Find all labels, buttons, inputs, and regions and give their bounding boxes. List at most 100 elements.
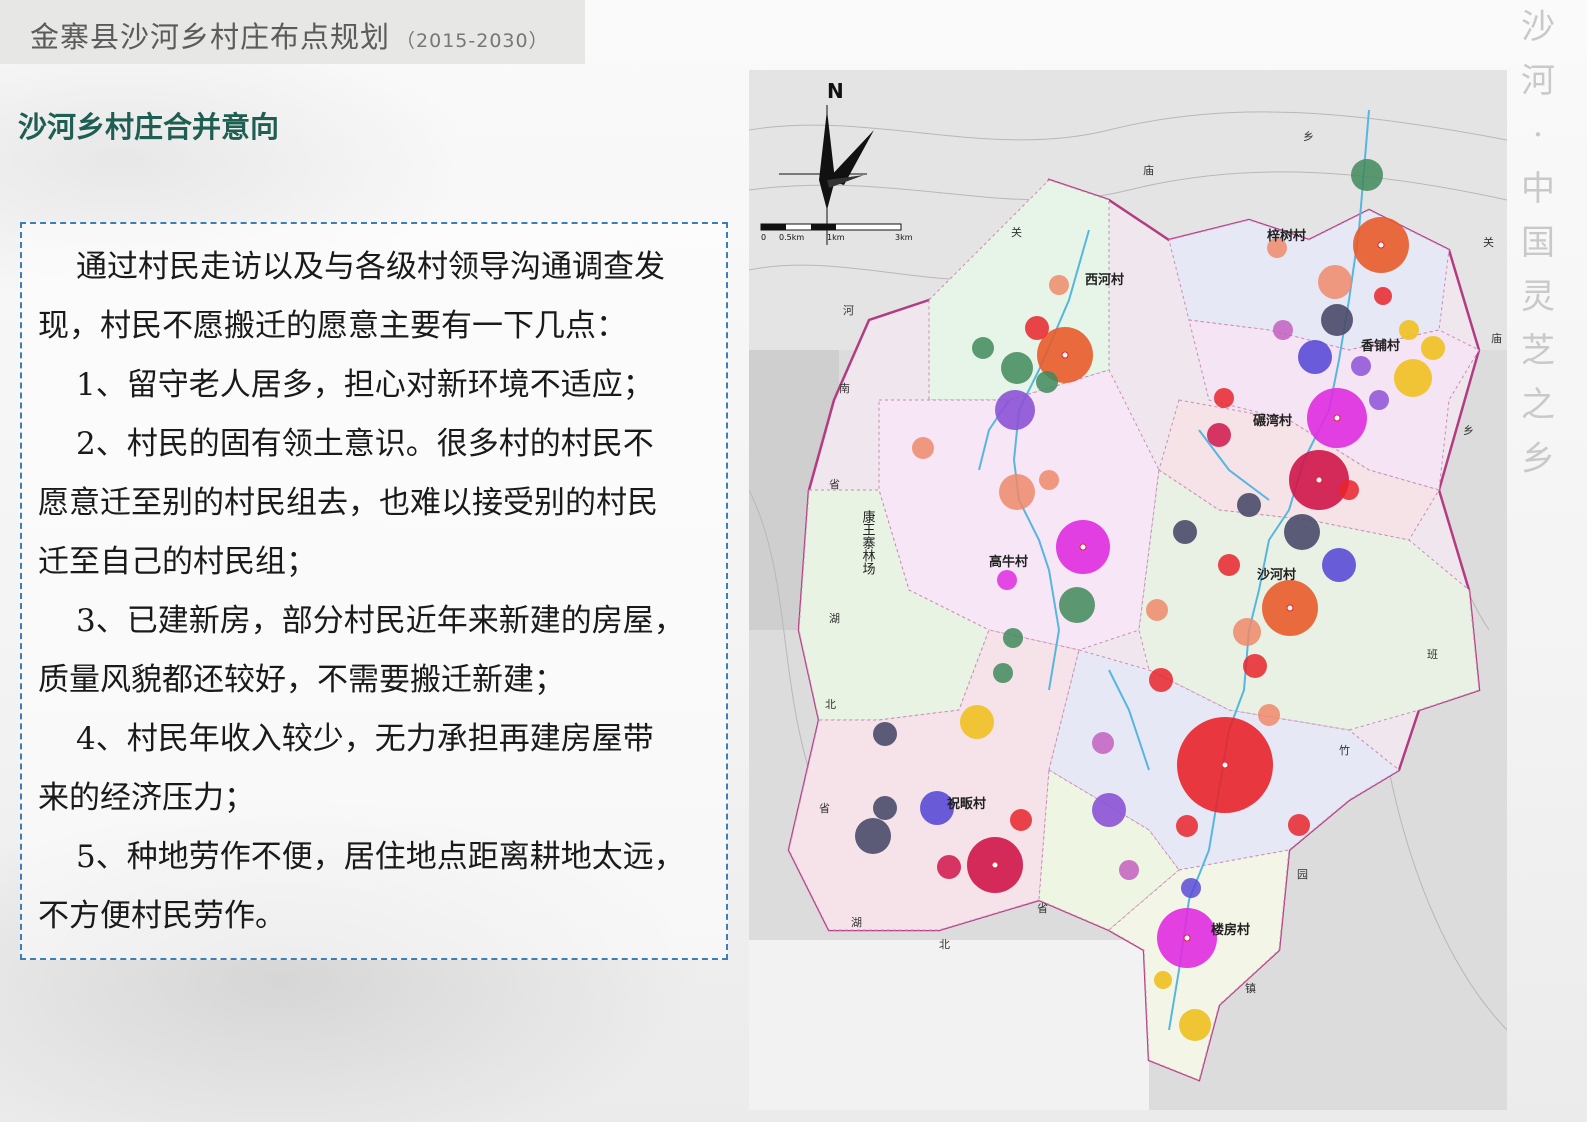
settlement-circle (1001, 352, 1033, 384)
scale-label: 1km (827, 233, 845, 242)
border-char: 庙 (1143, 163, 1154, 177)
settlement-circle (1318, 265, 1352, 299)
settlement-circle (1237, 493, 1261, 517)
settlement-circle (1025, 316, 1049, 340)
border-char: 湖 (829, 612, 840, 625)
calligraphy-char: 河 (1521, 61, 1555, 101)
settlement-circle (1243, 654, 1267, 678)
settlement-circle (1288, 814, 1310, 836)
settlement-circle (1399, 320, 1419, 340)
border-char: 省 (829, 478, 840, 491)
basemap-blank-southwest (749, 940, 1149, 1110)
settlement-circle (1351, 356, 1371, 376)
settlement-circle (1298, 340, 1332, 374)
settlement-circle (1049, 275, 1069, 295)
calligraphy-slogan: 沙 河 · 中 国 灵 芝 之 乡 (1508, 0, 1568, 520)
border-char: 省 (1037, 902, 1048, 915)
village-label-zhufan: 祝畈村 (947, 796, 986, 812)
calligraphy-char: 芝 (1521, 331, 1555, 371)
border-char: 竹 (1339, 743, 1350, 757)
border-char: 河 (843, 304, 854, 317)
page-title-text: 金寨县沙河乡村庄布点规划 (30, 20, 391, 54)
border-char: 乡 (1303, 130, 1314, 143)
forest-farm-label: 康王寨林场 (860, 509, 876, 575)
settlement-circle (1059, 587, 1095, 623)
settlement-circle (1273, 320, 1293, 340)
text-line: 通过村民走访以及与各级村领导沟通调查发 (76, 249, 665, 285)
text-line: 不方便村民劳作。 (38, 898, 286, 934)
settlement-circle (855, 818, 891, 854)
border-char: 关 (1483, 235, 1494, 249)
border-char: 庙 (1491, 331, 1502, 345)
text-line: 1、留守老人居多，担心对新环境不适应； (76, 367, 654, 403)
text-line: 现，村民不愿搬迁的愿意主要有一下几点： (38, 308, 627, 344)
scale-label: 0.5km (779, 233, 804, 242)
settlement-circle (1339, 480, 1359, 500)
settlement-circle (937, 855, 961, 879)
border-char: 镇 (1245, 981, 1256, 995)
explanation-box: 通过村民走访以及与各级村领导沟通调查发 现，村民不愿搬迁的愿意主要有一下几点： … (20, 222, 728, 960)
settlement-circle (1207, 423, 1231, 447)
page-title-year: （2015-2030） (396, 30, 549, 52)
settlement-circle (999, 474, 1035, 510)
calligraphy-char: 国 (1521, 223, 1555, 263)
calligraphy-char: · (1532, 115, 1544, 155)
text-line: 2、村民的固有领土意识。很多村的村民不 (76, 426, 654, 462)
settlement-circle (1036, 371, 1058, 393)
settlement-circle (1421, 336, 1445, 360)
text-line: 质量风貌都还较好，不需要搬迁新建； (38, 662, 565, 698)
settlement-circle (1351, 159, 1383, 191)
settlement-circle (873, 796, 897, 820)
border-char: 北 (825, 698, 836, 711)
settlement-circle (1173, 520, 1197, 544)
settlement-circle (1179, 1009, 1211, 1041)
settlement-circle (993, 663, 1013, 683)
settlement-circle (1010, 809, 1032, 831)
border-char: 湖 (851, 916, 862, 929)
village-label-xihe: 西河村 (1085, 272, 1124, 288)
settlement-circle (1218, 554, 1240, 576)
settlement-circle (1119, 860, 1139, 880)
settlement-circle (1176, 815, 1198, 837)
settlement-circle (997, 570, 1017, 590)
calligraphy-char: 乡 (1521, 439, 1555, 479)
map-svg: N 0 0.5km 1km 3km 西河村 梓树村 香铺村 碾湾村 高牛村 沙河… (748, 70, 1508, 1110)
settlement-circle (1154, 971, 1172, 989)
settlement-circle (1284, 514, 1320, 550)
settlement-circle (1321, 304, 1353, 336)
settlement-circle (1092, 793, 1126, 827)
settlement-circle (972, 337, 994, 359)
village-label-shahe: 沙河村 (1257, 567, 1296, 583)
settlement-circle (1181, 878, 1201, 898)
settlement-circle (873, 722, 897, 746)
border-char: 南 (839, 382, 850, 395)
text-line: 愿意迁至别的村民组去，也难以接受别的村民 (38, 485, 658, 521)
settlement-circle (1394, 359, 1432, 397)
text-line: 5、种地劳作不便，居住地点距离耕地太远， (76, 839, 685, 875)
settlement-circle (1146, 599, 1168, 621)
settlement-circle (912, 437, 934, 459)
village-label-loufang: 楼房村 (1211, 922, 1250, 938)
village-label-zishu: 梓树村 (1267, 228, 1306, 244)
settlement-circle (1214, 388, 1234, 408)
settlement-circle (1258, 704, 1280, 726)
calligraphy-char: 灵 (1521, 277, 1555, 317)
village-label-gaoniu: 高牛村 (989, 554, 1028, 570)
settlement-circle (1374, 287, 1392, 305)
settlement-circle (1233, 618, 1261, 646)
explanation-text: 通过村民走访以及与各级村领导沟通调查发 现，村民不愿搬迁的愿意主要有一下几点： … (38, 238, 710, 946)
text-line: 迁至自己的村民组； (38, 544, 317, 580)
settlement-circle (1322, 548, 1356, 582)
border-char: 关 (1011, 225, 1022, 239)
section-title: 沙河乡村庄合并意向 (18, 110, 280, 144)
settlement-circle (1149, 668, 1173, 692)
calligraphy-char: 中 (1521, 169, 1555, 209)
settlement-circle (995, 390, 1035, 430)
settlement-circle (1039, 470, 1059, 490)
border-char: 班 (1427, 648, 1438, 661)
page-title: 金寨县沙河乡村庄布点规划 （2015-2030） (30, 14, 549, 56)
border-char: 乡 (1463, 424, 1474, 437)
calligraphy-char: 沙 (1521, 7, 1555, 47)
village-label-nianwan: 碾湾村 (1253, 413, 1292, 429)
text-line: 来的经济压力； (38, 780, 255, 816)
